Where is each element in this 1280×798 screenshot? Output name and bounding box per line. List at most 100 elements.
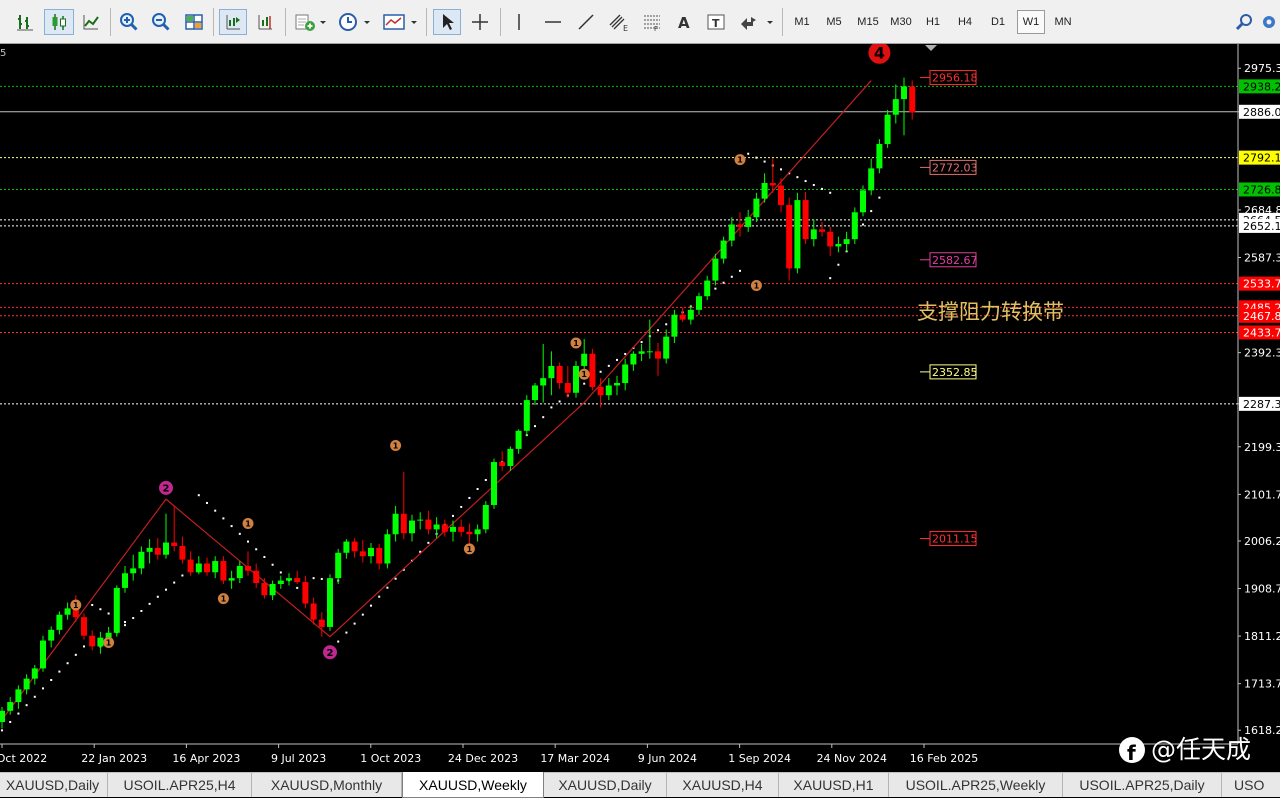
candle-body (113, 587, 120, 633)
candle[interactable] (81, 613, 87, 640)
candle[interactable] (794, 192, 801, 274)
candle-body (540, 378, 547, 386)
candle[interactable] (384, 529, 391, 569)
text-icon[interactable]: A (671, 9, 697, 35)
timeframe-d1[interactable]: D1 (984, 10, 1012, 34)
timeframe-w1[interactable]: W1 (1017, 10, 1045, 34)
auto-scroll-icon[interactable] (219, 9, 247, 35)
y-tick-label: 1908.7 (1244, 583, 1280, 596)
horizontal-line-icon[interactable] (540, 9, 566, 35)
periods-clock-icon[interactable] (335, 9, 373, 35)
tab-xauusd-monthly[interactable]: XAUUSD,Monthly (252, 773, 402, 797)
trendline-icon[interactable] (573, 9, 599, 35)
candle[interactable] (523, 395, 530, 436)
timeframe-mn[interactable]: MN (1049, 10, 1077, 34)
candle-body (589, 353, 596, 387)
support-resistance-annotation: 支撑阻力转换带 (917, 300, 1064, 324)
candlestick-chart-icon[interactable] (44, 9, 74, 35)
timeframe-m15[interactable]: M15 (853, 10, 883, 34)
candle[interactable] (884, 109, 891, 148)
wave-count-marker: 1 (570, 337, 582, 349)
x-tick-label: 9 Jun 2024 (638, 752, 697, 765)
candle[interactable] (851, 207, 858, 244)
tab-xauusd-weekly[interactable]: XAUUSD,Weekly (402, 772, 544, 798)
candle-body (712, 258, 719, 281)
sar-dot (763, 160, 766, 163)
timeframe-h1[interactable]: H1 (919, 10, 947, 34)
candle-body (523, 400, 530, 431)
price-tag: 2467.8 (1239, 308, 1280, 323)
candle-body (253, 570, 260, 584)
candle-body (0, 710, 5, 723)
tab-xauusd-h1[interactable]: XAUUSD,H1 (779, 773, 889, 797)
x-tick-label: 16 Feb 2025 (910, 752, 978, 765)
candle-body (89, 635, 96, 647)
sar-dot (370, 604, 372, 607)
candle[interactable] (589, 348, 596, 391)
wave-count-marker: 2 (159, 480, 173, 495)
text-label-icon[interactable]: T (703, 9, 729, 35)
x-tick-label: 24 Dec 2023 (448, 752, 518, 765)
candle-body (630, 353, 637, 365)
price-chart[interactable]: 2956.182772.032582.672352.852011.15 1121… (0, 44, 1280, 768)
tab-usoil-partial[interactable]: USO (1222, 773, 1266, 797)
sar-dot (599, 370, 602, 373)
tab-xauusd-daily-2[interactable]: XAUUSD,Daily (544, 773, 667, 797)
tab-usoil-daily[interactable]: USOIL.APR25,Daily (1063, 773, 1222, 797)
sar-dot (534, 425, 536, 428)
price-tag-value: 2533.7 (1243, 278, 1280, 291)
equidistant-channel-icon[interactable]: E (605, 9, 633, 35)
candle-body (663, 336, 670, 359)
crosshair-icon[interactable] (467, 9, 493, 35)
tabs-scroll-arrow[interactable] (1266, 773, 1280, 797)
candle[interactable] (482, 501, 489, 534)
candle[interactable] (876, 139, 883, 174)
sar-dot (312, 577, 315, 580)
timeframe-m1[interactable]: M1 (788, 10, 816, 34)
candle-body (499, 462, 506, 466)
timeframe-m30[interactable]: M30 (886, 10, 916, 34)
candle-body (163, 542, 169, 555)
candle[interactable] (491, 458, 497, 509)
tab-xauusd-h4[interactable]: XAUUSD,H4 (667, 773, 779, 797)
templates-icon[interactable] (380, 9, 420, 35)
candle[interactable] (786, 197, 793, 281)
candle-body (482, 504, 489, 530)
timeframe-m5[interactable]: M5 (820, 10, 848, 34)
arrows-icon[interactable] (736, 9, 776, 35)
candle[interactable] (573, 361, 579, 398)
settings-icon[interactable] (1258, 9, 1280, 35)
candle[interactable] (113, 585, 120, 637)
chart-shift-icon[interactable] (252, 9, 278, 35)
tab-xauusd-daily[interactable]: XAUUSD,Daily (0, 773, 108, 797)
indicators-icon[interactable] (291, 9, 329, 35)
sar-dot (271, 563, 274, 566)
candle-body (384, 534, 391, 564)
wave-count-marker: 2 (323, 645, 337, 660)
sar-dot (607, 364, 610, 367)
tab-usoil-h4[interactable]: USOIL.APR25,H4 (108, 773, 252, 797)
x-tick-label: 9 Jul 2023 (271, 752, 326, 765)
sar-dot (657, 329, 659, 332)
tile-windows-icon[interactable] (181, 9, 207, 35)
cursor-icon[interactable] (433, 9, 461, 35)
fibonacci-icon[interactable]: F (639, 9, 665, 35)
sar-dot (173, 581, 176, 584)
sar-dot (66, 662, 69, 665)
candle-body (409, 520, 415, 534)
sar-dot (83, 645, 85, 648)
candle[interactable] (40, 635, 46, 672)
zoom-out-icon[interactable] (148, 9, 174, 35)
bar-chart-icon[interactable] (12, 9, 38, 35)
candle-body (491, 462, 497, 505)
line-chart-icon[interactable] (78, 9, 104, 35)
x-tick-label: 24 Nov 2024 (817, 752, 887, 765)
candle[interactable] (327, 574, 333, 631)
tab-usoil-weekly[interactable]: USOIL.APR25,Weekly (889, 773, 1063, 797)
vertical-line-icon[interactable] (506, 9, 532, 35)
timeframe-h4[interactable]: H4 (951, 10, 979, 34)
price-tag-value: 2467.8 (1243, 310, 1280, 323)
zoom-in-icon[interactable] (116, 9, 142, 35)
price-tag: 2652.1 (1239, 218, 1280, 233)
search-icon[interactable] (1232, 9, 1256, 35)
